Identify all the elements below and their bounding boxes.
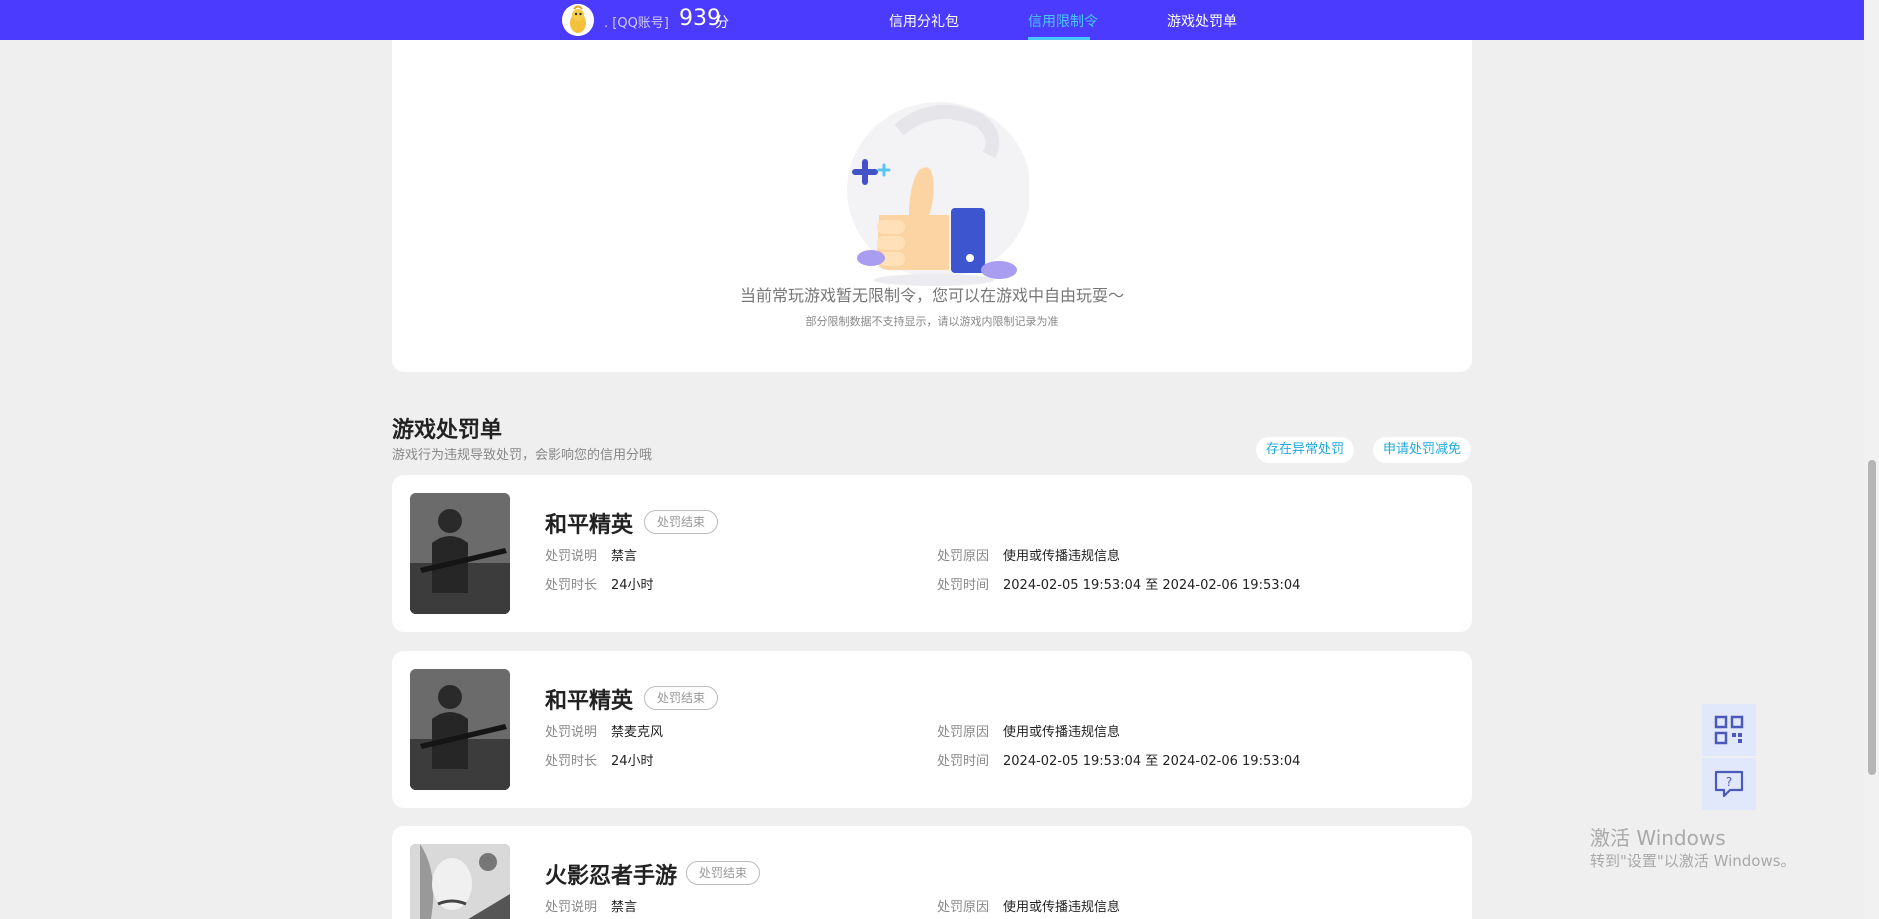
- report-abnormal-penalty-button[interactable]: 存在异常处罚: [1256, 437, 1355, 463]
- field-label: 处罚说明: [545, 549, 598, 564]
- active-tab-indicator: [1028, 37, 1090, 40]
- watermark-line-2: 转到"设置"以激活 Windows。: [1590, 852, 1796, 870]
- qr-code-button[interactable]: [1702, 704, 1756, 756]
- status-badge: 处罚结束: [644, 510, 719, 534]
- penalty-desc-value: 禁言: [611, 549, 638, 564]
- penalty-time-row: 处罚时间 2024-02-05 19:53:04 至 2024-02-06 19:…: [937, 574, 1300, 593]
- thumbs-up-illustration: [847, 102, 1029, 286]
- user-avatar[interactable]: [562, 4, 594, 36]
- penalty-duration-value: 24小时: [611, 754, 654, 769]
- penalty-desc-value: 禁麦克风: [611, 725, 664, 740]
- game-name: 火影忍者手游: [545, 864, 678, 889]
- empty-state-subtitle: 部分限制数据不支持显示，请以游戏内限制记录为准: [805, 315, 1059, 328]
- top-nav-bar: . [QQ账号] 939 分 信用分礼包 信用限制令 游戏处罚单: [0, 0, 1864, 40]
- game-thumbnail: [410, 493, 510, 614]
- section-subtitle: 游戏行为违规导致处罚，会影响您的信用分哦: [392, 448, 653, 463]
- penalty-record-card[interactable]: 和平精英 处罚结束 处罚说明 禁言 处罚原因 使用或传播违规信息 处罚时长 24小时 …: [392, 475, 1472, 632]
- penalty-record-card[interactable]: 和平精英 处罚结束 处罚说明 禁麦克风 处罚原因 使用或传播违规信息 处罚时长 24小…: [392, 651, 1472, 808]
- penalty-desc-value: 禁言: [611, 900, 638, 915]
- field-label: 处罚原因: [937, 725, 990, 740]
- svg-text:?: ?: [1726, 775, 1732, 789]
- penalty-reason-row: 处罚原因 使用或传播违规信息: [937, 545, 1120, 564]
- scrollbar-thumb[interactable]: [1868, 460, 1876, 775]
- game-name: 和平精英: [545, 513, 634, 538]
- penalty-reason-value: 使用或传播违规信息: [1003, 549, 1121, 564]
- game-thumbnail: [410, 844, 510, 919]
- nav-credit-gift[interactable]: 信用分礼包: [889, 11, 959, 31]
- penalty-desc-row: 处罚说明 禁麦克风: [545, 721, 663, 740]
- help-feedback-button[interactable]: ?: [1702, 758, 1756, 810]
- restriction-empty-card: 当前常玩游戏暂无限制令，您可以在游戏中自由玩耍～ 部分限制数据不支持显示，请以游…: [392, 30, 1472, 372]
- nav-credit-restriction[interactable]: 信用限制令: [1028, 11, 1098, 31]
- field-label: 处罚说明: [545, 900, 598, 915]
- field-label: 处罚原因: [937, 549, 990, 564]
- penalty-duration-value: 24小时: [611, 578, 654, 593]
- watermark-line-1: 激活 Windows: [1590, 826, 1726, 850]
- field-label: 处罚原因: [937, 900, 990, 915]
- section-title: 游戏处罚单: [392, 418, 503, 443]
- status-badge: 处罚结束: [644, 686, 719, 710]
- penalty-duration-row: 处罚时长 24小时: [545, 574, 654, 593]
- status-badge: 处罚结束: [686, 861, 761, 885]
- penalty-reason-value: 使用或传播违规信息: [1003, 725, 1121, 740]
- penalty-desc-row: 处罚说明 禁言: [545, 896, 637, 915]
- help-feedback-icon: ?: [1714, 770, 1744, 798]
- game-thumbnail: [410, 669, 510, 790]
- qr-code-icon: [1714, 715, 1744, 745]
- field-label: 处罚时长: [545, 754, 598, 769]
- empty-state-title: 当前常玩游戏暂无限制令，您可以在游戏中自由玩耍～: [739, 286, 1124, 305]
- penalty-time-value: 2024-02-05 19:53:04 至 2024-02-06 19:53:0…: [1003, 578, 1301, 593]
- penalty-reason-row: 处罚原因 使用或传播违规信息: [937, 721, 1120, 740]
- field-label: 处罚时间: [937, 754, 990, 769]
- account-label: . [QQ账号]: [604, 16, 669, 31]
- penalty-time-row: 处罚时间 2024-02-05 19:53:04 至 2024-02-06 19:…: [937, 750, 1300, 769]
- field-label: 处罚时长: [545, 578, 598, 593]
- penalty-reason-value: 使用或传播违规信息: [1003, 900, 1121, 915]
- field-label: 处罚说明: [545, 725, 598, 740]
- penalty-time-value: 2024-02-05 19:53:04 至 2024-02-06 19:53:0…: [1003, 754, 1301, 769]
- penalty-record-card[interactable]: 火影忍者手游 处罚结束 处罚说明 禁言 处罚原因 使用或传播违规信息: [392, 826, 1472, 919]
- game-name: 和平精英: [545, 689, 634, 714]
- apply-penalty-reduction-button[interactable]: 申请处罚减免: [1373, 437, 1472, 463]
- field-label: 处罚时间: [937, 578, 990, 593]
- penalty-desc-row: 处罚说明 禁言: [545, 545, 637, 564]
- penalty-duration-row: 处罚时长 24小时: [545, 750, 654, 769]
- penalty-reason-row: 处罚原因 使用或传播违规信息: [937, 896, 1120, 915]
- nav-game-penalty[interactable]: 游戏处罚单: [1167, 11, 1237, 31]
- credit-score-unit: 分: [715, 15, 729, 31]
